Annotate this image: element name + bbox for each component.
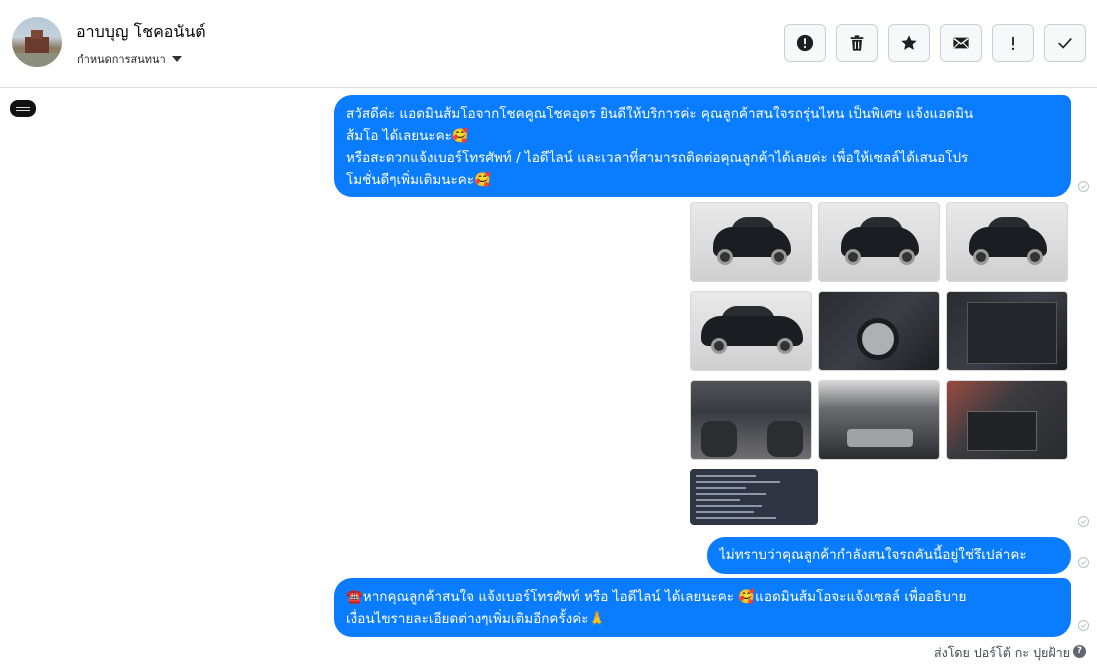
mark-unread-button[interactable] [940,24,982,62]
envelope-icon [953,37,969,49]
check-icon [1058,38,1072,49]
caret-down-icon [171,56,182,62]
car-photo-battery[interactable] [946,380,1068,460]
car-document-photo[interactable] [690,469,818,525]
message-line: ไม่ทราบว่าคุณลูกค้ากำลังสนใจรถคันนี้อยู่… [719,547,1027,563]
car-photo-door[interactable] [946,291,1068,371]
car-photo-rear-left[interactable] [818,202,940,282]
message-call[interactable]: ☎️หากคุณลูกค้าสนใจ แจ้งเบอร์โทรศัพท์ หรื… [334,578,1071,637]
help-icon[interactable]: ? [1073,645,1086,658]
seen-check-icon [1078,620,1089,631]
delete-button[interactable] [836,24,878,62]
seen-check-icon [1078,181,1089,192]
mark-done-button[interactable] [1044,24,1086,62]
toolbar [784,24,1086,62]
message-greeting[interactable]: สวัสดีค่ะ แอดมินส้มโอจากโชคคูณโชคอุดร ยิ… [334,95,1071,197]
message-line: เงื่อนไขรายละเอียดต่างๆเพิ่มเติมอีกครั้ง… [346,611,606,627]
car-photo-engine[interactable] [818,380,940,460]
car-photo-front[interactable] [690,202,812,282]
conversation-header: อาบบุญ โชคอนันต์ กำหนดการสนทนา [0,0,1097,88]
exclamation-icon [1011,36,1015,51]
star-button[interactable] [888,24,930,62]
seen-check-icon [1078,516,1089,527]
message-line: ส้มโอ ได้เลยนะคะ🥰 [346,128,469,144]
message-line: โมชั่นดีๆเพิ่มเติมนะคะ🥰 [346,172,491,188]
message-line: สวัสดีค่ะ แอดมินส้มโอจากโชคคูณโชคอุดร ยิ… [346,106,974,122]
message-ask[interactable]: ไม่ทราบว่าคุณลูกค้ากำลังสนใจรถคันนี้อยู่… [707,537,1071,574]
seen-check-icon [1078,557,1089,568]
conversation-label-text: กำหนดการสนทนา [77,53,166,66]
contact-name[interactable]: อาบบุญ โชคอนันต์ [76,20,206,45]
star-icon [901,35,917,50]
car-photo-wheel[interactable] [818,291,940,371]
page-logo-icon [10,100,36,117]
sent-by-label: ส่งโดย ปอร์โต้ กะ ปุยฝ้าย [933,645,1070,660]
message-line: ☎️หากคุณลูกค้าสนใจ แจ้งเบอร์โทรศัพท์ หรื… [346,589,967,605]
conversation-label-dropdown[interactable]: กำหนดการสนทนา [77,50,182,68]
car-photo-interior[interactable] [690,380,812,460]
trash-icon [850,35,864,51]
spam-button[interactable] [784,24,826,62]
car-photo-rear[interactable] [946,202,1068,282]
message-line: หรือสะดวกแจ้งเบอร์โทรศัพท์ / ไอดีไลน์ แล… [346,150,969,166]
follow-up-button[interactable] [992,24,1034,62]
car-photo-side[interactable] [690,291,812,371]
contact-avatar[interactable] [12,17,62,67]
alert-circle-icon [796,34,814,52]
